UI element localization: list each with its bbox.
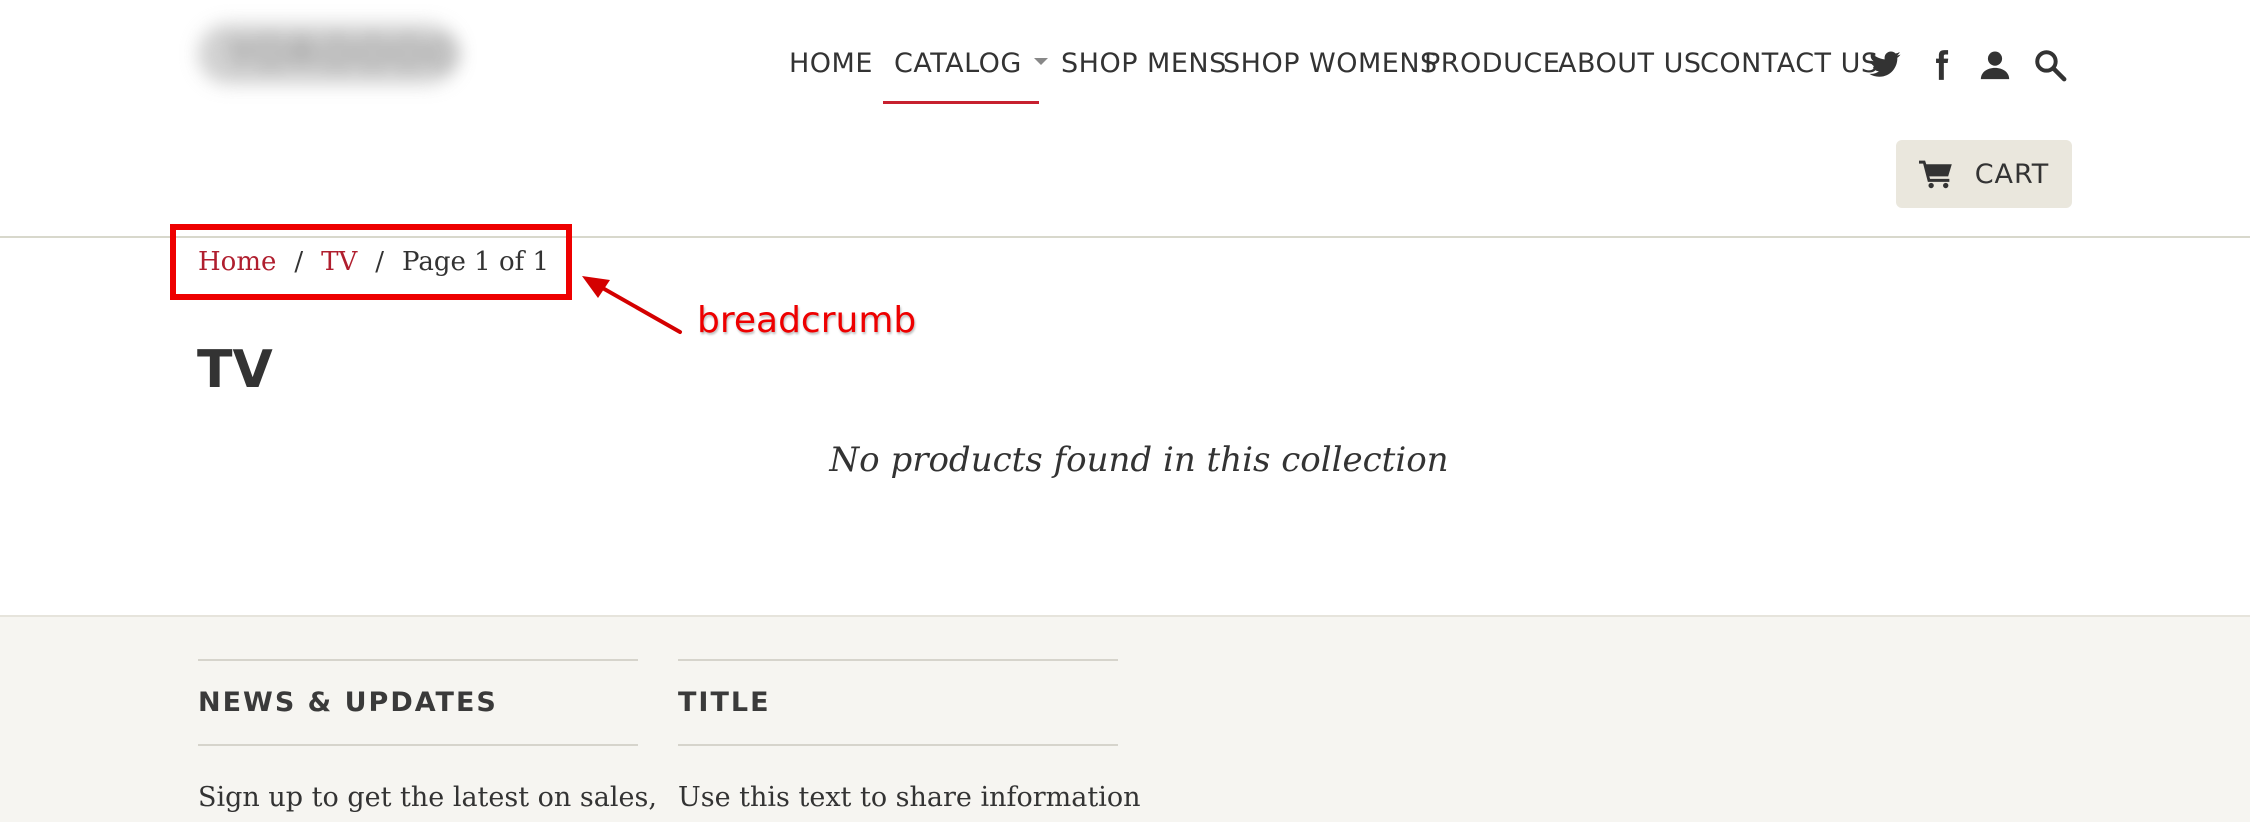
footer-text: Sign up to get the latest on sales, bbox=[198, 782, 657, 813]
active-nav-underline bbox=[883, 101, 1039, 104]
nav-catalog[interactable]: CATALOG bbox=[894, 44, 1048, 84]
site-header: YOROOOO HOME CATALOG SHOP MENS SHOP WOME… bbox=[0, 0, 2250, 238]
twitter-icon[interactable] bbox=[1868, 48, 1902, 82]
nav-about-us[interactable]: ABOUT US bbox=[1558, 44, 1702, 84]
nav-home[interactable]: HOME bbox=[789, 44, 873, 84]
nav-catalog-label: CATALOG bbox=[894, 48, 1022, 79]
cart-button[interactable]: CART bbox=[1896, 140, 2072, 208]
nav-contact-us[interactable]: CONTACT US bbox=[1700, 44, 1879, 84]
facebook-icon[interactable] bbox=[1924, 48, 1958, 82]
site-footer: NEWS & UPDATES Sign up to get the latest… bbox=[0, 615, 2250, 822]
footer-heading: NEWS & UPDATES bbox=[198, 687, 498, 718]
search-icon[interactable] bbox=[2033, 48, 2067, 82]
footer-column-title: TITLE Use this text to share information bbox=[678, 659, 1141, 813]
cart-label: CART bbox=[1974, 158, 2050, 190]
nav-shop-womens[interactable]: SHOP WOMENS bbox=[1223, 44, 1438, 84]
annotation-label: breadcrumb bbox=[697, 300, 917, 341]
cart-icon bbox=[1918, 160, 1952, 189]
page-title: TV bbox=[197, 340, 273, 400]
main-nav: HOME CATALOG SHOP MENS SHOP WOMENS PRODU… bbox=[0, 44, 2250, 104]
account-icon[interactable] bbox=[1978, 48, 2012, 82]
nav-shop-mens[interactable]: SHOP MENS bbox=[1061, 44, 1227, 84]
footer-heading: TITLE bbox=[678, 687, 771, 718]
nav-produce[interactable]: PRODUCE bbox=[1424, 44, 1560, 84]
chevron-down-icon bbox=[1033, 58, 1048, 65]
footer-divider bbox=[198, 744, 638, 746]
empty-collection-message: No products found in this collection bbox=[829, 440, 1449, 480]
footer-divider bbox=[678, 744, 1118, 746]
annotation-arrow-icon bbox=[582, 276, 682, 334]
footer-column-news: NEWS & UPDATES Sign up to get the latest… bbox=[198, 659, 657, 813]
annotation-highlight-box bbox=[170, 224, 572, 300]
footer-text: Use this text to share information bbox=[678, 782, 1141, 813]
